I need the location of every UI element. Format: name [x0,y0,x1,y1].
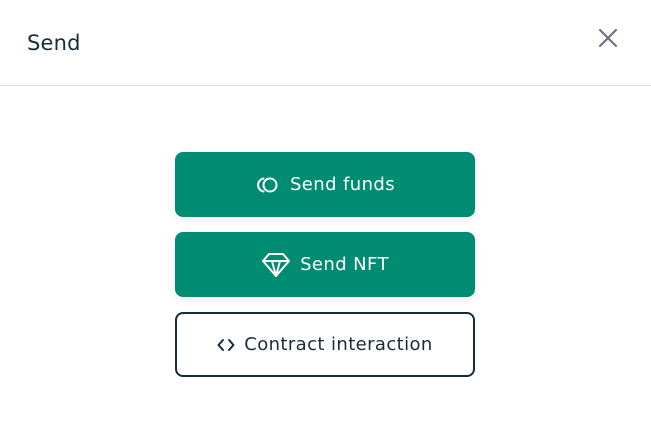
send-options: Send funds Send NFT Contract interaction [175,152,475,392]
contract-interaction-button[interactable]: Contract interaction [175,312,475,377]
modal-header: Send [0,0,651,86]
code-icon [217,338,235,352]
send-funds-button[interactable]: Send funds [175,152,475,217]
modal-title: Send [27,31,81,55]
send-nft-button[interactable]: Send NFT [175,232,475,297]
diamond-icon [261,252,291,278]
close-button[interactable] [596,26,620,50]
send-funds-label: Send funds [289,174,395,195]
coins-icon [255,176,281,194]
send-nft-label: Send NFT [300,254,389,275]
contract-interaction-label: Contract interaction [244,334,433,355]
close-icon [598,28,618,48]
send-modal: Send Send funds Send NFT Contract intera… [0,0,651,432]
